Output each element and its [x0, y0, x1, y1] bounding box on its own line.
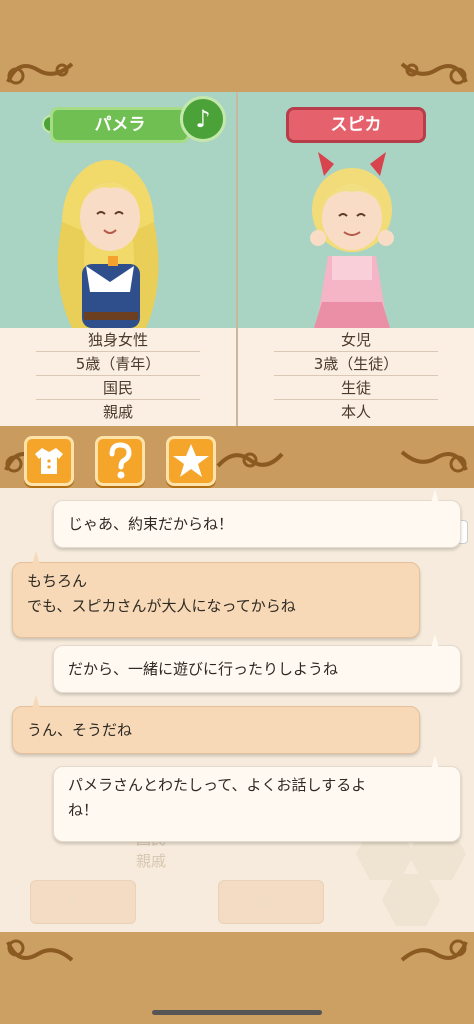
bubble-tail-3 [431, 634, 439, 648]
left-info-status: 独身女性 [36, 328, 200, 352]
outfit-button[interactable] [24, 436, 74, 486]
dialogue-bubble-4: うん、そうだね [12, 706, 420, 754]
right-info-class: 生徒 [274, 376, 438, 400]
top-frame [0, 0, 474, 92]
music-note-icon[interactable]: ♪ [180, 96, 226, 142]
bubble-tail-4 [32, 695, 40, 709]
toolbar-right-ornament [400, 450, 468, 473]
left-info-relation: 親戚 [102, 403, 133, 421]
bubble-tail-2 [32, 551, 40, 565]
toolbar-center-ornament [216, 452, 284, 468]
dialogue-text-5a: パメラさんとわたしって、よくお話しするよ [68, 776, 367, 794]
left-name-plate: パメラ [50, 107, 190, 143]
star-icon [173, 444, 209, 477]
outfit-icon [35, 448, 63, 474]
dialogue-text-2b: でも、スピカさんが大人になってからね [27, 597, 296, 615]
dialogue-bubble-5: パメラさんとわたしって、よくお話しするよ ね！ [53, 766, 461, 842]
question-icon [109, 442, 132, 479]
dialogue-bubble-3: だから、一緒に遊びに行ったりしようね [53, 645, 461, 693]
dialogue-text-1: じゃあ、約束だからね！ [68, 515, 234, 533]
right-info-status: 女児 [274, 328, 438, 352]
dialogue-bubble-1: じゃあ、約束だからね！ [53, 500, 461, 548]
bg-info-relation: 親戚 [136, 852, 167, 870]
right-info-table: 女児 3歳（生徒） 生徒 本人 [238, 328, 474, 426]
left-scroll-ornament [6, 62, 74, 85]
bubble-tail-1 [431, 489, 439, 503]
right-name-plate: スピカ [286, 107, 426, 143]
detail-button[interactable]: くわしく [30, 880, 136, 924]
left-info-age: 5歳（青年） [36, 352, 200, 376]
help-button[interactable] [95, 436, 145, 486]
right-info-age: 3歳（生徒） [274, 352, 438, 376]
left-info-class: 国民 [36, 376, 200, 400]
talk-button[interactable]: 話す [218, 880, 324, 924]
dialogue-text-2a: もちろん [27, 572, 88, 590]
left-info-table: 独身女性 5歳（青年） 国民 親戚 [0, 328, 236, 426]
bottom-right-ornament [400, 939, 468, 962]
dialogue-bubble-2: もちろん でも、スピカさんが大人になってからね [12, 562, 420, 638]
right-scroll-ornament [400, 62, 468, 85]
dialogue-text-3: だから、一緒に遊びに行ったりしようね [68, 660, 339, 678]
dialogue-text-4: うん、そうだね [27, 721, 133, 739]
bubble-tail-5 [431, 755, 439, 769]
bottom-left-ornament [6, 939, 74, 962]
dialogue-text-5b: ね！ [68, 801, 99, 819]
home-indicator[interactable] [152, 1010, 322, 1015]
right-info-relation: 本人 [340, 403, 371, 421]
favorite-button[interactable] [166, 436, 216, 486]
